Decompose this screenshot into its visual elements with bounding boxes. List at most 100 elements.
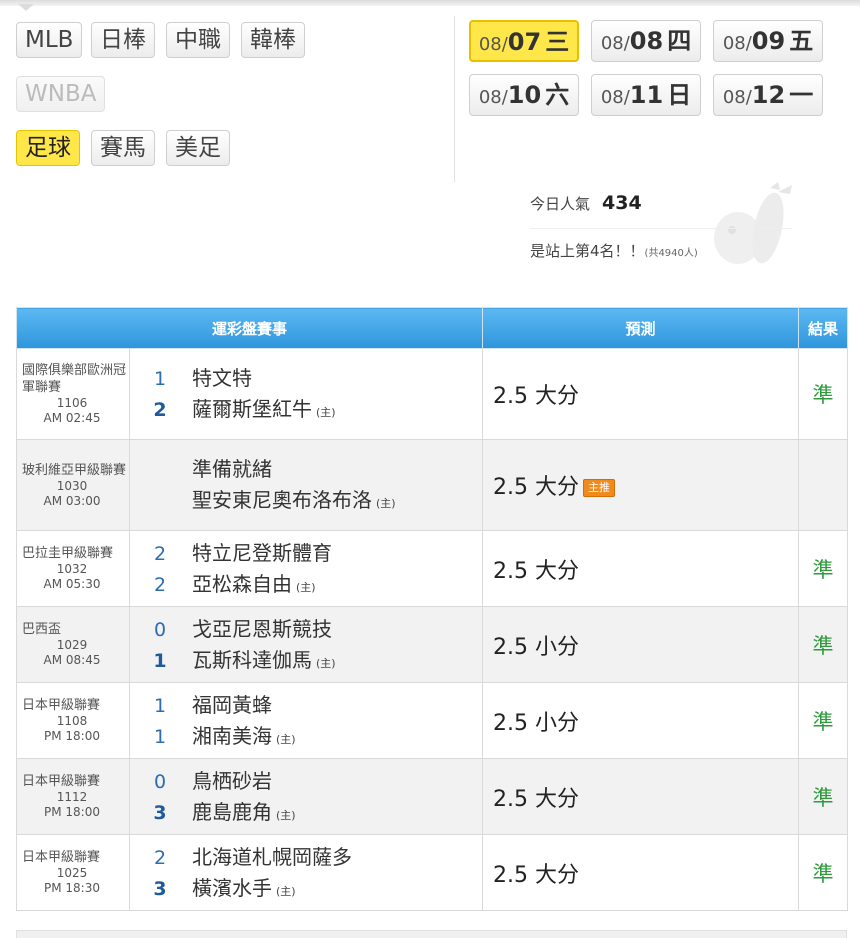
prediction-cell: 2.5 大分 [482,834,800,911]
match-time: AM 08:45 [43,653,101,667]
sport-tab-mlb[interactable]: MLB [16,22,83,58]
match-time: AM 03:00 [43,493,101,508]
league-name: 日本甲級聯賽 [22,774,101,789]
match-time: PM 18:30 [44,881,100,895]
match-code: 1112 [56,790,88,804]
home-mark: (主) [276,732,296,746]
sport-tab-cpbl[interactable]: 中職 [166,22,230,58]
sport-tab-wnba[interactable]: WNBA [16,76,106,112]
date-month: 08/ [600,87,630,108]
top-border [0,0,860,6]
date-button-0807[interactable]: 08/07 三 [469,20,579,62]
league-name: 玻利維亞甲級聯賽 [22,462,127,478]
match-time: AM 02:45 [43,411,101,425]
result: 準 [812,383,834,407]
date-button-0810[interactable]: 08/10 六 [469,74,579,116]
match-code: 1029 [56,638,88,652]
away-score: 1 [153,368,167,390]
away-score: 2 [153,846,167,869]
sport-tab-npb[interactable]: 日棒 [91,22,155,58]
away-score: 0 [153,770,167,793]
date-day: 10 [507,81,542,109]
popularity-total: (共4940人) [644,248,698,259]
table-row: 巴西盃 1029 AM 08:45 0 戈亞尼恩斯競技 1 瓦斯科達伽馬 (主) 2.… [16,606,849,683]
date-month: 08/ [600,33,630,54]
league-cell: 玻利維亞甲級聯賽 1030 AM 03:00 [16,439,130,531]
table-header: 運彩盤賽事 預測 結果 [15,307,849,349]
teams-cell: 2 特立尼登斯體育 2 亞松森自由 (主) [128,530,484,607]
sport-tab-kbo[interactable]: 韓棒 [241,22,305,58]
league-cell: 巴西盃 1029 AM 08:45 [16,606,130,683]
date-weekday: 一 [789,81,814,109]
popularity-count: 434 [602,192,642,214]
away-score: 2 [153,542,167,565]
popularity-rank: 是站上第4名！！(共4940人) [530,240,698,261]
home-score: 3 [153,877,167,900]
league-name: 巴西盃 [22,622,62,637]
date-month: 08/ [478,34,508,55]
date-month: 08/ [478,87,508,108]
match-code: 1106 [56,396,88,410]
date-day: 12 [751,81,786,109]
home-score: 2 [153,573,167,596]
header-divider [454,16,455,182]
date-button-0811[interactable]: 08/11 日 [591,74,701,116]
league-name: 巴拉圭甲級聯賽 [22,546,114,561]
away-team: 戈亞尼恩斯競技 [192,616,332,641]
prediction-cell: 2.5 大分 [482,348,800,440]
table-row: 玻利維亞甲級聯賽 1030 AM 03:00 準備就緒 聖安東尼奧布洛布洛 (主)… [16,439,849,531]
match-code: 1025 [56,866,88,880]
match-code: 1032 [56,562,88,576]
home-score: 1 [153,649,167,672]
home-team: 聖安東尼奧布洛布洛 [192,488,372,512]
home-mark: (主) [316,656,336,670]
date-button-0809[interactable]: 08/09 五 [713,20,823,62]
home-team: 瓦斯科達伽馬 [192,647,312,672]
result: 準 [812,557,834,582]
date-weekday: 五 [789,27,814,55]
result-cell: 準 [798,530,849,607]
match-time: PM 18:00 [44,729,100,743]
home-mark: (主) [276,884,296,898]
games-table: 運彩盤賽事 預測 結果 國際俱樂部歐洲冠軍聯賽 1106 AM 02:45 1 特… [15,307,849,911]
date-weekday: 四 [667,27,692,55]
date-button-0808[interactable]: 08/08 四 [591,20,701,62]
teams-cell: 0 戈亞尼恩斯競技 1 瓦斯科達伽馬 (主) [128,606,484,683]
away-team: 特文特 [192,366,252,390]
header-prediction: 預測 [482,307,800,349]
date-weekday: 六 [545,81,570,109]
popularity-rank-text: 是站上第4名！！ [530,242,645,260]
sport-tab-horse-racing[interactable]: 賽馬 [91,130,155,166]
sport-tab-soccer[interactable]: 足球 [16,130,80,166]
result-cell: 準 [798,348,849,440]
table-row: 巴拉圭甲級聯賽 1032 AM 05:30 2 特立尼登斯體育 2 亞松森自由 (主)… [16,530,849,607]
home-team: 亞松森自由 [192,571,292,596]
teams-cell: 準備就緒 聖安東尼奧布洛布洛 (主) [128,439,484,531]
date-button-0812[interactable]: 08/12 一 [713,74,823,116]
header-result: 結果 [798,307,849,349]
prediction: 2.5 大分 [493,384,579,409]
away-team: 福岡黃蜂 [192,692,272,717]
bottom-panel-edge [16,930,847,938]
table-row: 日本甲級聯賽 1112 PM 18:00 0 鳥栖砂岩 3 鹿島鹿角 (主) 2.5 … [16,758,849,835]
date-day: 09 [751,27,786,55]
result-cell: 準 [798,606,849,683]
teams-cell: 2 北海道札幌岡薩多 3 橫濱水手 (主) [128,834,484,911]
prediction: 2.5 大分 [493,558,579,584]
prediction-cell: 2.5 小分 [482,682,800,759]
home-score: 2 [153,399,167,421]
date-weekday: 日 [667,81,692,109]
away-team: 北海道札幌岡薩多 [192,844,352,869]
league-cell: 日本甲級聯賽 1025 PM 18:30 [16,834,130,911]
prediction-cell: 2.5 大分 [482,758,800,835]
league-name: 日本甲級聯賽 [22,850,101,865]
result-cell: 準 [798,758,849,835]
sport-tab-american-football[interactable]: 美足 [166,130,230,166]
league-cell: 巴拉圭甲級聯賽 1032 AM 05:30 [16,530,130,607]
match-code: 1030 [56,478,88,493]
prediction-cell: 2.5 小分 [482,606,800,683]
match-time: AM 05:30 [43,577,101,591]
league-cell: 日本甲級聯賽 1108 PM 18:00 [16,682,130,759]
home-score: 1 [153,725,167,748]
prediction: 2.5 大分 [493,862,579,888]
